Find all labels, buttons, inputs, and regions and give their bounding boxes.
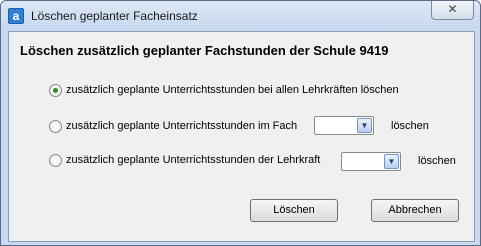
delete-button[interactable]: Löschen [250,199,338,222]
chevron-down-icon[interactable]: ▼ [357,118,372,133]
option-all-teachers[interactable]: zusätzlich geplante Unterrichtsstunden b… [49,80,399,100]
chevron-down-icon[interactable]: ▼ [384,154,399,169]
close-button[interactable]: ✕ [431,1,474,20]
option-subject-label: zusätzlich geplante Unterrichtsstunden i… [66,120,298,132]
radio-teacher[interactable] [49,153,62,167]
option-subject[interactable]: zusätzlich geplante Unterrichtsstunden i… [49,116,297,136]
title-bar: a Löschen geplanter Facheinsatz ✕ [1,1,480,31]
teacher-select[interactable]: ▼ [341,152,401,171]
radio-subject[interactable] [49,119,62,133]
app-icon: a [8,8,24,24]
dialog-window: a Löschen geplanter Facheinsatz ✕ Lösche… [0,0,481,246]
option-all-teachers-label: zusätzlich geplante Unterrichtsstunden b… [66,84,399,96]
dialog-content: Löschen zusätzlich geplanter Fachstunden… [8,31,475,242]
radio-all-teachers[interactable] [49,83,62,97]
close-icon: ✕ [447,2,458,16]
teacher-delete-label: löschen [418,155,456,167]
subject-select[interactable]: ▼ [314,116,374,135]
dialog-heading: Löschen zusätzlich geplanter Fachstunden… [20,43,389,58]
option-teacher-label: zusätzlich geplante Unterrichtsstunden d… [66,154,321,166]
cancel-button[interactable]: Abbrechen [371,199,459,222]
subject-delete-label: löschen [391,120,429,132]
option-teacher[interactable]: zusätzlich geplante Unterrichtsstunden d… [49,150,320,170]
window-title: Löschen geplanter Facheinsatz [31,9,198,23]
